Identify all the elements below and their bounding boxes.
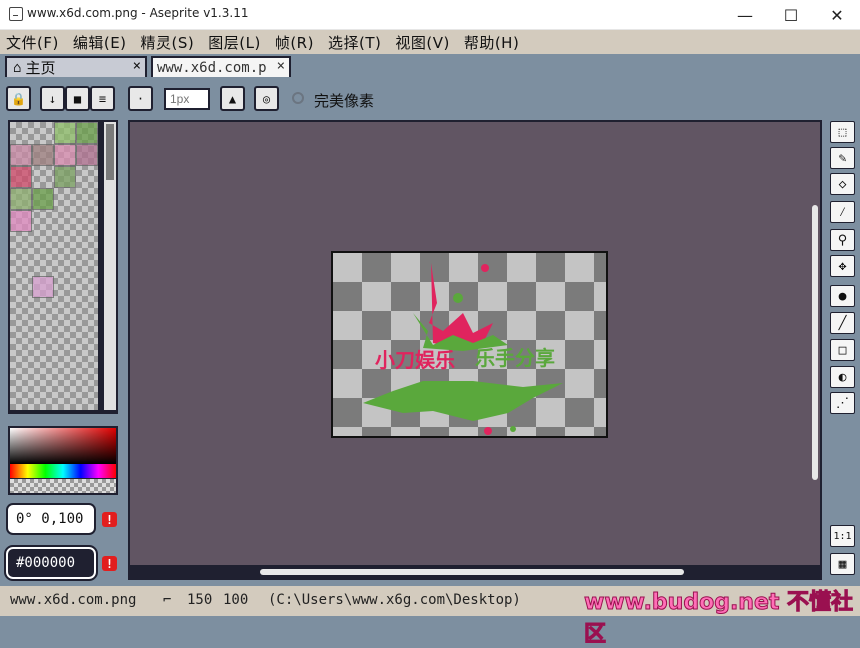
eraser-tool[interactable]: ◇ — [830, 173, 855, 195]
close-icon[interactable]: ✕ — [814, 0, 860, 30]
hsv-value-field[interactable]: 0° 0,100 — [6, 503, 96, 535]
palette-swatch[interactable] — [10, 144, 32, 166]
warning-icon[interactable]: ! — [102, 556, 117, 571]
rectangle-tool[interactable]: □ — [830, 339, 855, 361]
menu-select[interactable]: 选择(T) — [328, 32, 381, 53]
marquee-tool[interactable]: ⬚ — [830, 121, 855, 143]
green-drop — [453, 293, 463, 303]
pixel-perfect-checkbox[interactable] — [292, 92, 304, 104]
green-drop — [510, 426, 516, 432]
ink-icon[interactable]: ▲ — [220, 86, 245, 111]
tab-file[interactable]: www.x6d.com.p × — [151, 56, 291, 77]
warning-icon[interactable]: ! — [102, 512, 117, 527]
menu-help[interactable]: 帮助(H) — [464, 32, 519, 53]
lock-icon[interactable]: 🔒 — [6, 86, 31, 111]
square-icon[interactable]: ■ — [65, 86, 90, 111]
palette-swatch[interactable] — [54, 144, 76, 166]
spray-tool[interactable]: ⋰ — [830, 392, 855, 414]
pencil-tool[interactable]: ✎ — [830, 147, 855, 169]
palette-swatch[interactable] — [10, 210, 32, 232]
palette-swatch[interactable] — [76, 122, 98, 144]
tab-home[interactable]: ⌂ 主页 × — [5, 56, 147, 77]
window-title: www.x6d.com.png - Aseprite v1.3.11 — [27, 6, 249, 20]
tab-bar: ⌂ 主页 × www.x6d.com.p × — [0, 54, 860, 77]
sprite-canvas[interactable]: 小刀娱乐 乐手分享 — [331, 251, 608, 438]
sprite-text-left: 小刀娱乐 — [375, 348, 455, 372]
menu-layer[interactable]: 图层(L) — [208, 32, 261, 53]
pixel-perfect-label: 完美像素 — [314, 92, 375, 110]
palette-swatch[interactable] — [32, 188, 54, 210]
menu-frame[interactable]: 帧(R) — [275, 32, 314, 53]
move-tool[interactable]: ✥ — [830, 255, 855, 277]
status-path: (C:\Users\www.x6g.com\Desktop) — [268, 592, 521, 608]
editor-vertical-scroll-thumb[interactable] — [812, 205, 818, 480]
timeline-button[interactable]: ▦ — [830, 553, 855, 575]
menu-sprite[interactable]: 精灵(S) — [141, 32, 195, 53]
palette-swatch[interactable] — [32, 276, 54, 298]
brush-size-input[interactable] — [164, 88, 210, 110]
green-splash-bottom — [363, 381, 563, 421]
fill-tool[interactable]: ● — [830, 285, 855, 307]
menu-edit[interactable]: 编辑(E) — [73, 32, 127, 53]
tab-file-close-icon[interactable]: × — [277, 58, 285, 74]
red-drop — [484, 427, 492, 435]
palette-swatch[interactable] — [54, 166, 76, 188]
palette-swatch[interactable] — [54, 122, 76, 144]
hue-slider[interactable] — [8, 464, 118, 480]
minimize-icon[interactable]: — — [722, 0, 768, 30]
hex-color-field[interactable]: #000000 — [4, 545, 98, 581]
canvas-size-icon: ⌐ — [163, 592, 172, 608]
alpha-slider[interactable] — [8, 479, 118, 495]
tab-home-label: 主页 — [25, 59, 56, 77]
zoom-1to1-button[interactable]: 1:1 — [830, 525, 855, 547]
palette-swatch[interactable] — [10, 188, 32, 210]
palette-swatch[interactable] — [10, 166, 32, 188]
contour-tool[interactable]: ◐ — [830, 366, 855, 388]
tab-file-label: www.x6d.com.p — [157, 59, 267, 76]
brush-type-icon[interactable]: · — [128, 86, 153, 111]
palette-swatch[interactable] — [76, 144, 98, 166]
line-tool[interactable]: ╱ — [830, 312, 855, 334]
menu-view[interactable]: 视图(V) — [395, 32, 449, 53]
zoom-tool[interactable]: ⚲ — [830, 229, 855, 251]
menu-bar: 文件(F) 编辑(E) 精灵(S) 图层(L) 帧(R) 选择(T) 视图(V)… — [0, 30, 860, 54]
red-splash — [429, 263, 493, 348]
red-drop — [481, 264, 489, 272]
palette-scroll-thumb[interactable] — [106, 124, 114, 180]
zoom-options-icon[interactable]: ◎ — [254, 86, 279, 111]
tab-home-close-icon[interactable]: × — [133, 58, 141, 74]
status-filename: www.x6d.com.png — [10, 592, 137, 608]
status-width: 150 — [187, 592, 213, 608]
color-saturation-value-box[interactable] — [8, 426, 118, 466]
move-down-icon[interactable]: ↓ — [40, 86, 65, 111]
palette-menu-icon[interactable]: ≡ — [90, 86, 115, 111]
window-title-bar: www.x6d.com.png - Aseprite v1.3.11 — ☐ ✕ — [0, 0, 860, 30]
sprite-artwork: 小刀娱乐 乐手分享 — [363, 263, 563, 435]
aseprite-app-icon — [9, 7, 23, 21]
status-height: 100 — [223, 592, 249, 608]
menu-file[interactable]: 文件(F) — [6, 32, 59, 53]
palette-swatch[interactable] — [32, 144, 54, 166]
home-icon: ⌂ — [13, 59, 22, 76]
sprite-text-right: 乐手分享 — [475, 346, 555, 370]
palette-grid — [10, 122, 98, 410]
watermark-text: www.budog.net 不懂社区 — [584, 590, 854, 648]
eyedropper-tool[interactable]: ⁄ — [830, 201, 855, 223]
maximize-icon[interactable]: ☐ — [768, 0, 814, 30]
editor-horizontal-scroll-thumb[interactable] — [260, 569, 684, 575]
